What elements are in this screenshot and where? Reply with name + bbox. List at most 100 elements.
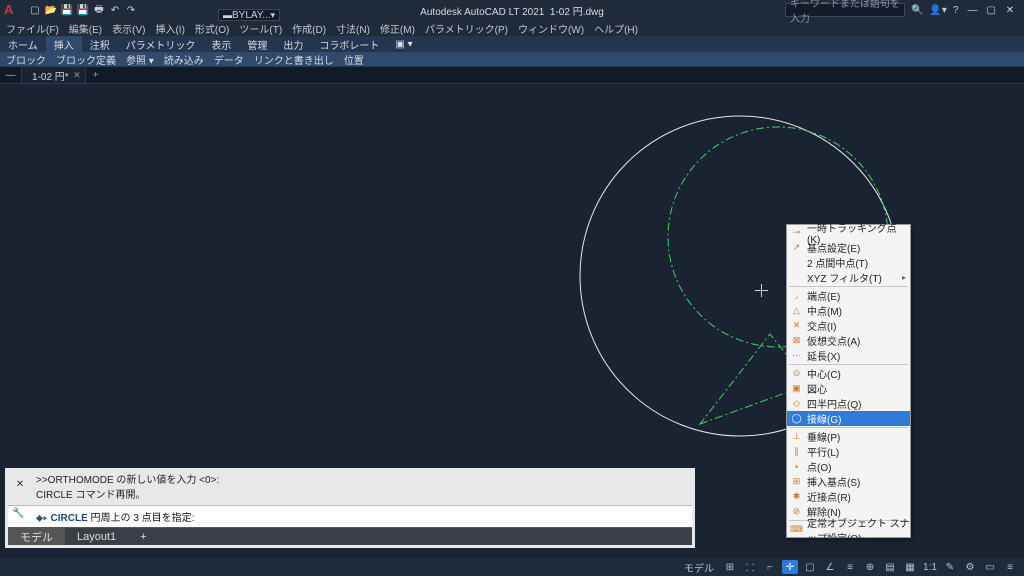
close-tab-icon[interactable]: ✕ (73, 70, 81, 81)
close-history-icon[interactable]: ✕ (12, 477, 28, 492)
ctx-xyz[interactable]: XYZ フィルタ(T)▸ (787, 270, 910, 285)
menu-window[interactable]: ウィンドウ(W) (518, 21, 584, 36)
panel-ref[interactable]: 参照 ▾ (126, 52, 154, 67)
settings-icon: ⌨ (790, 523, 803, 536)
intersection-icon: ✕ (790, 319, 803, 332)
tab-collaborate[interactable]: コラボレート (311, 36, 387, 52)
status-ortho-icon[interactable]: ⌐ (762, 560, 778, 574)
ctx-parallel[interactable]: ∥平行(L) (787, 444, 910, 459)
layout-layout1[interactable]: Layout1 (65, 528, 128, 545)
status-lwt-icon[interactable]: ≡ (842, 560, 858, 574)
qat-undo-icon[interactable]: ↶ (108, 3, 122, 17)
ctx-centroid[interactable]: ▣図心 (787, 381, 910, 396)
qat-plot-icon[interactable]: 🖶 (92, 3, 106, 17)
menu-view[interactable]: 表示(V) (112, 21, 145, 36)
ctx-tangent[interactable]: ◯接線(G) (787, 411, 910, 426)
qat-saveas-icon[interactable]: 💾 (76, 3, 90, 17)
qat-new-icon[interactable]: ▢ (28, 3, 42, 17)
menu-modify[interactable]: 修正(M) (380, 21, 415, 36)
tab-home[interactable]: ホーム (0, 36, 46, 52)
status-dyn-icon[interactable]: ⊕ (862, 560, 878, 574)
ctx-nearest[interactable]: ✱近接点(R) (787, 489, 910, 504)
menu-dimension[interactable]: 寸法(N) (336, 21, 370, 36)
signin-icon[interactable]: 👤▾ (929, 5, 946, 16)
menu-draw[interactable]: 作成(D) (292, 21, 326, 36)
layout-add[interactable]: + (128, 528, 158, 545)
menu-help[interactable]: ヘルプ(H) (594, 21, 638, 36)
ctx-osnap-settings[interactable]: ⌨定常オブジェクト スナップ設定(Q)... (787, 522, 910, 537)
status-otrack-icon[interactable]: ∠ (822, 560, 838, 574)
layout-tabs: モデル Layout1 + (8, 527, 692, 545)
status-polar-icon[interactable]: ✛ (782, 560, 798, 574)
ctx-extension[interactable]: ⋯延長(X) (787, 348, 910, 363)
menu-tools[interactable]: ツール(T) (239, 21, 282, 36)
panel-location[interactable]: 位置 (344, 52, 364, 67)
layout-model[interactable]: モデル (8, 528, 65, 545)
panel-data[interactable]: データ (214, 52, 244, 67)
panel-import[interactable]: 読み込み (164, 52, 204, 67)
layer-dropdown[interactable]: ▬ BYLAY... ▾ (218, 9, 280, 21)
tab-view[interactable]: 表示 (203, 36, 239, 52)
qat-redo-icon[interactable]: ↷ (124, 3, 138, 17)
command-input[interactable]: 🔧 ⬥▸CIRCLE 円周上の 3 点目を指定: (8, 505, 692, 527)
node-icon: • (790, 460, 803, 473)
status-grid-icon[interactable]: ⊞ (722, 560, 738, 574)
tab-output[interactable]: 出力 (275, 36, 311, 52)
ctx-endpoint[interactable]: ◞端点(E) (787, 288, 910, 303)
tab-manage[interactable]: 管理 (239, 36, 275, 52)
status-units-icon[interactable]: 1:1 (922, 560, 938, 574)
status-ws-icon[interactable]: ⚙ (962, 560, 978, 574)
panel-link[interactable]: リンクと書き出し (254, 52, 334, 67)
ctx-temp-track[interactable]: ⊸一時トラッキング点(K) (787, 225, 910, 240)
ctx-mid2[interactable]: 2 点間中点(T) (787, 255, 910, 270)
apparent-icon: ⊠ (790, 334, 803, 347)
ctx-midpoint[interactable]: △中点(M) (787, 303, 910, 318)
customize-icon[interactable]: 🔧 (12, 508, 24, 519)
ctx-from[interactable]: ↗基点設定(E) (787, 240, 910, 255)
search-icon[interactable]: 🔍 (911, 5, 923, 16)
ctx-node[interactable]: •点(O) (787, 459, 910, 474)
status-snap-icon[interactable]: ⸬ (742, 560, 758, 574)
close-button[interactable]: ✕ (1002, 5, 1018, 16)
menu-edit[interactable]: 編集(E) (69, 21, 102, 36)
ctx-center[interactable]: ⊙中心(C) (787, 366, 910, 381)
status-qp-icon[interactable]: ▤ (882, 560, 898, 574)
help-icon[interactable]: ? (953, 5, 959, 16)
panel-blockdef[interactable]: ブロック定義 (56, 52, 116, 67)
minimize-button[interactable]: — (964, 5, 980, 16)
tab-annotate[interactable]: 注釈 (82, 36, 118, 52)
search-input[interactable]: キーワードまたは語句を入力 (785, 3, 905, 17)
menu-parametric[interactable]: パラメトリック(P) (425, 21, 508, 36)
layer-name: BYLAY... (232, 10, 271, 21)
document-tab[interactable]: 1-02 円*✕ (22, 67, 86, 83)
status-osnap-icon[interactable]: ▢ (802, 560, 818, 574)
status-model[interactable]: モデル (680, 560, 718, 574)
new-tab-button[interactable]: + (86, 67, 106, 83)
prompt-icon: ⬥▸ (36, 513, 48, 524)
ctx-quadrant[interactable]: ◇四半円点(Q) (787, 396, 910, 411)
qat-open-icon[interactable]: 📂 (44, 3, 58, 17)
menu-format[interactable]: 形式(O) (195, 21, 229, 36)
ctx-intersection[interactable]: ✕交点(I) (787, 318, 910, 333)
quadrant-icon: ◇ (790, 397, 803, 410)
from-icon: ↗ (790, 241, 803, 254)
panel-block[interactable]: ブロック (6, 52, 46, 67)
tangent-icon: ◯ (790, 412, 803, 425)
start-tab[interactable]: — (0, 67, 22, 83)
tab-extra[interactable]: ▣ ▾ (387, 36, 420, 52)
maximize-button[interactable]: ▢ (983, 5, 999, 16)
status-sc-icon[interactable]: ▦ (902, 560, 918, 574)
tab-insert[interactable]: 挿入 (46, 36, 82, 52)
qat-save-icon[interactable]: 💾 (60, 3, 74, 17)
ctx-insert[interactable]: ⊞挿入基点(S) (787, 474, 910, 489)
menu-insert[interactable]: 挿入(I) (155, 21, 184, 36)
ctx-perp[interactable]: ⊥垂線(P) (787, 429, 910, 444)
command-window[interactable]: ✕ >>ORTHOMODE の新しい値を入力 <0>: CIRCLE コマンド再… (5, 468, 695, 548)
status-clean-icon[interactable]: ▭ (982, 560, 998, 574)
status-menu-icon[interactable]: ≡ (1002, 560, 1018, 574)
status-anno-icon[interactable]: ✎ (942, 560, 958, 574)
drawing-canvas[interactable]: ⊸一時トラッキング点(K) ↗基点設定(E) 2 点間中点(T) XYZ フィル… (0, 84, 1024, 558)
menu-file[interactable]: ファイル(F) (6, 21, 59, 36)
ctx-apparent[interactable]: ⊠仮想交点(A) (787, 333, 910, 348)
tab-parametric[interactable]: パラメトリック (118, 36, 204, 52)
